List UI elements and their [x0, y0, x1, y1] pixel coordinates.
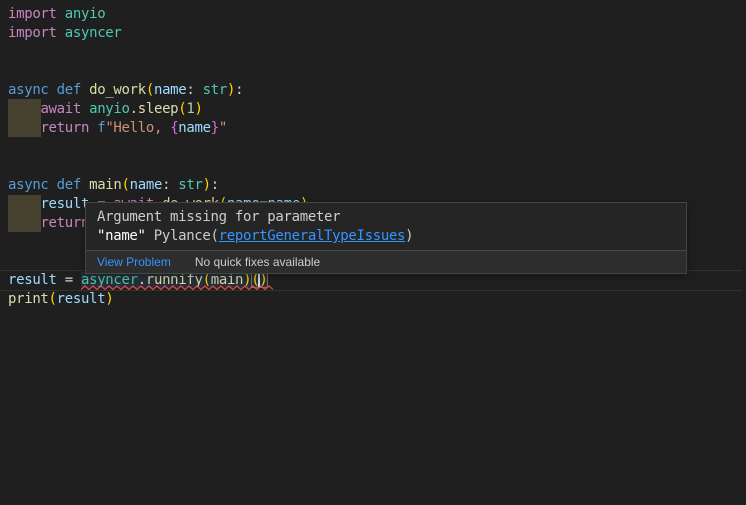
- code-token: name: [130, 177, 162, 193]
- code-token: result: [8, 272, 57, 288]
- code-token: ): [105, 291, 113, 307]
- code-token: print: [8, 291, 49, 307]
- code-token: [49, 82, 57, 98]
- tooltip-footer: View Problem No quick fixes available: [86, 250, 686, 273]
- code-token: async: [8, 177, 49, 193]
- code-line[interactable]: return f"Hello, {name}": [8, 119, 308, 138]
- code-token: return: [40, 215, 89, 231]
- code-line[interactable]: print(result): [8, 290, 308, 309]
- code-token: [81, 82, 89, 98]
- code-editor[interactable]: import anyioimport asyncerasync def do_w…: [0, 0, 746, 505]
- code-token: result: [40, 196, 89, 212]
- code-token: }: [211, 120, 219, 136]
- tooltip-param-name: "name": [97, 228, 146, 244]
- code-token: [81, 177, 89, 193]
- hover-tooltip: Argument missing for parameter "name" Py…: [85, 202, 687, 274]
- code-token: .: [130, 101, 138, 117]
- code-token: ): [195, 101, 203, 117]
- code-token: main: [89, 177, 121, 193]
- code-token: async: [8, 82, 49, 98]
- code-token: ): [227, 82, 235, 98]
- code-token: def: [57, 82, 81, 98]
- code-token: import: [8, 6, 57, 22]
- code-token: 1: [186, 101, 194, 117]
- code-token: (: [146, 82, 154, 98]
- code-token: [8, 196, 40, 212]
- code-token: :: [186, 82, 202, 98]
- code-token: result: [57, 291, 106, 307]
- code-token: anyio: [65, 6, 106, 22]
- code-token: await: [40, 101, 81, 117]
- code-token: def: [57, 177, 81, 193]
- tooltip-source-prefix: Pylance(: [146, 228, 219, 244]
- tooltip-message: Argument missing for parameter "name" Py…: [86, 203, 686, 250]
- tooltip-message-line1: Argument missing for parameter: [97, 208, 675, 227]
- code-token: :: [162, 177, 178, 193]
- code-token: [49, 177, 57, 193]
- code-token: [81, 101, 89, 117]
- code-line[interactable]: import anyio: [8, 5, 308, 24]
- code-token: [89, 120, 97, 136]
- no-quick-fixes-label: No quick fixes available: [195, 255, 320, 269]
- code-line[interactable]: [8, 62, 308, 81]
- code-token: str: [178, 177, 202, 193]
- code-line[interactable]: async def main(name: str):: [8, 176, 308, 195]
- code-token: asyncer: [65, 25, 122, 41]
- code-line[interactable]: await anyio.sleep(1): [8, 100, 308, 119]
- code-token: [8, 101, 40, 117]
- code-token: [57, 25, 65, 41]
- code-line[interactable]: [8, 138, 308, 157]
- tooltip-message-line2: "name" Pylance(reportGeneralTypeIssues): [97, 227, 675, 246]
- tooltip-source-suffix: ): [405, 228, 413, 244]
- tooltip-rule-link[interactable]: reportGeneralTypeIssues: [219, 228, 406, 244]
- code-token: anyio: [89, 101, 130, 117]
- code-token: [8, 120, 40, 136]
- code-token: import: [8, 25, 57, 41]
- code-token: =: [57, 272, 81, 288]
- code-line[interactable]: async def do_work(name: str):: [8, 81, 308, 100]
- view-problem-link[interactable]: View Problem: [97, 255, 171, 269]
- code-token: str: [203, 82, 227, 98]
- code-token: do_work: [89, 82, 146, 98]
- code-token: (: [122, 177, 130, 193]
- code-token: [57, 6, 65, 22]
- code-token: ): [203, 177, 211, 193]
- code-token: :: [235, 82, 243, 98]
- code-token: :: [211, 177, 219, 193]
- code-token: sleep: [138, 101, 179, 117]
- code-token: return: [40, 120, 89, 136]
- error-squiggle-underline: [81, 285, 273, 291]
- code-token: (: [49, 291, 57, 307]
- code-line[interactable]: [8, 43, 308, 62]
- code-line[interactable]: import asyncer: [8, 24, 308, 43]
- code-token: "Hello,: [105, 120, 170, 136]
- code-line[interactable]: [8, 157, 308, 176]
- code-token: name: [178, 120, 210, 136]
- code-token: name: [154, 82, 186, 98]
- code-token: [8, 215, 40, 231]
- code-token: ": [219, 120, 227, 136]
